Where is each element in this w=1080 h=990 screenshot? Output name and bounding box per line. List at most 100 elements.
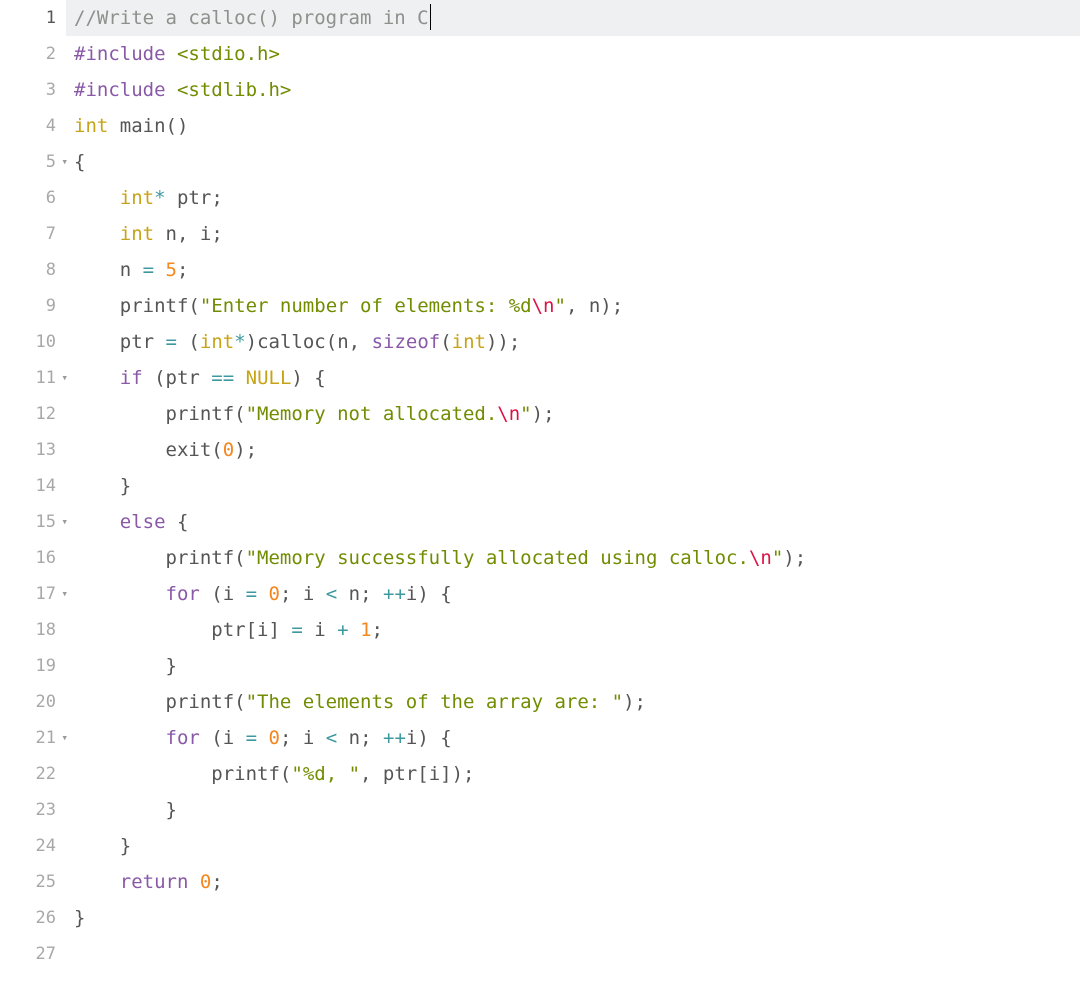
code-token: else <box>120 511 166 533</box>
code-token: 0 <box>223 439 234 461</box>
code-token: ); <box>623 691 646 713</box>
line-number[interactable]: 9 <box>0 288 66 324</box>
code-line[interactable]: 19 } <box>0 648 1080 684</box>
code-content[interactable]: } <box>66 828 1080 864</box>
code-content[interactable]: { <box>66 144 1080 180</box>
code-line[interactable]: 12 printf("Memory not allocated.\n"); <box>0 396 1080 432</box>
line-number[interactable]: 17▾ <box>0 576 66 612</box>
code-line[interactable]: 15▾ else { <box>0 504 1080 540</box>
code-line[interactable]: 26} <box>0 900 1080 936</box>
code-line[interactable]: 4int main() <box>0 108 1080 144</box>
code-line[interactable]: 21▾ for (i = 0; i < n; ++i) { <box>0 720 1080 756</box>
code-line[interactable]: 2#include <stdio.h> <box>0 36 1080 72</box>
code-token: 5 <box>166 259 177 281</box>
code-line[interactable]: 6 int* ptr; <box>0 180 1080 216</box>
fold-toggle-icon[interactable]: ▾ <box>61 360 68 396</box>
code-line[interactable]: 24 } <box>0 828 1080 864</box>
line-number[interactable]: 16 <box>0 540 66 576</box>
line-number[interactable]: 20 <box>0 684 66 720</box>
code-line[interactable]: 10 ptr = (int*)calloc(n, sizeof(int)); <box>0 324 1080 360</box>
line-number[interactable]: 19 <box>0 648 66 684</box>
line-number[interactable]: 7 <box>0 216 66 252</box>
code-content[interactable]: printf("%d, ", ptr[i]); <box>66 756 1080 792</box>
code-line[interactable]: 9 printf("Enter number of elements: %d\n… <box>0 288 1080 324</box>
code-content[interactable]: ptr[i] = i + 1; <box>66 612 1080 648</box>
code-content[interactable]: for (i = 0; i < n; ++i) { <box>66 720 1080 756</box>
code-line[interactable]: 18 ptr[i] = i + 1; <box>0 612 1080 648</box>
code-content[interactable]: ptr = (int*)calloc(n, sizeof(int)); <box>66 324 1080 360</box>
line-number[interactable]: 21▾ <box>0 720 66 756</box>
code-content[interactable]: //Write a calloc() program in C <box>66 0 1080 36</box>
code-content[interactable]: n = 5; <box>66 252 1080 288</box>
line-number[interactable]: 5▾ <box>0 144 66 180</box>
line-number[interactable]: 12 <box>0 396 66 432</box>
code-content[interactable]: return 0; <box>66 864 1080 900</box>
code-token: " <box>520 403 531 425</box>
code-content[interactable]: } <box>66 792 1080 828</box>
code-line[interactable]: 7 int n, i; <box>0 216 1080 252</box>
line-number[interactable]: 11▾ <box>0 360 66 396</box>
code-content[interactable]: } <box>66 900 1080 936</box>
code-content[interactable]: for (i = 0; i < n; ++i) { <box>66 576 1080 612</box>
line-number[interactable]: 27 <box>0 936 66 972</box>
code-line[interactable]: 8 n = 5; <box>0 252 1080 288</box>
code-line[interactable]: 16 printf("Memory successfully allocated… <box>0 540 1080 576</box>
code-line[interactable]: 25 return 0; <box>0 864 1080 900</box>
code-line[interactable]: 20 printf("The elements of the array are… <box>0 684 1080 720</box>
fold-toggle-icon[interactable]: ▾ <box>61 576 68 612</box>
code-token: int <box>120 187 154 209</box>
fold-toggle-icon[interactable]: ▾ <box>61 144 68 180</box>
code-line[interactable]: 11▾ if (ptr == NULL) { <box>0 360 1080 396</box>
line-number[interactable]: 18 <box>0 612 66 648</box>
code-content[interactable]: } <box>66 648 1080 684</box>
code-line[interactable]: 14 } <box>0 468 1080 504</box>
line-number[interactable]: 23 <box>0 792 66 828</box>
code-content[interactable]: #include <stdlib.h> <box>66 72 1080 108</box>
code-content[interactable]: exit(0); <box>66 432 1080 468</box>
code-content[interactable]: int n, i; <box>66 216 1080 252</box>
code-line[interactable]: 23 } <box>0 792 1080 828</box>
code-content[interactable]: int main() <box>66 108 1080 144</box>
code-token: + <box>337 619 348 641</box>
code-content[interactable]: else { <box>66 504 1080 540</box>
code-line[interactable]: 22 printf("%d, ", ptr[i]); <box>0 756 1080 792</box>
line-number[interactable]: 22 <box>0 756 66 792</box>
line-number[interactable]: 1 <box>0 0 66 36</box>
code-content[interactable]: } <box>66 468 1080 504</box>
code-editor[interactable]: 1//Write a calloc() program in C2#includ… <box>0 0 1080 990</box>
line-number[interactable]: 15▾ <box>0 504 66 540</box>
line-number[interactable]: 8 <box>0 252 66 288</box>
code-line[interactable]: 1//Write a calloc() program in C <box>0 0 1080 36</box>
code-content[interactable]: #include <stdio.h> <box>66 36 1080 72</box>
line-number[interactable]: 14 <box>0 468 66 504</box>
code-line[interactable]: 13 exit(0); <box>0 432 1080 468</box>
code-line[interactable]: 3#include <stdlib.h> <box>0 72 1080 108</box>
line-number[interactable]: 2 <box>0 36 66 72</box>
fold-toggle-icon[interactable]: ▾ <box>61 504 68 540</box>
code-token: ; <box>280 583 291 605</box>
line-number[interactable]: 10 <box>0 324 66 360</box>
code-content[interactable]: printf("Memory successfully allocated us… <box>66 540 1080 576</box>
line-number[interactable]: 25 <box>0 864 66 900</box>
line-number[interactable]: 24 <box>0 828 66 864</box>
code-token: int <box>120 223 154 245</box>
line-number[interactable]: 3 <box>0 72 66 108</box>
code-token: 1 <box>360 619 371 641</box>
fold-toggle-icon[interactable]: ▾ <box>61 720 68 756</box>
code-content[interactable]: int* ptr; <box>66 180 1080 216</box>
code-token: printf <box>166 691 235 713</box>
line-number[interactable]: 26 <box>0 900 66 936</box>
line-number[interactable]: 4 <box>0 108 66 144</box>
code-token: ; <box>211 223 222 245</box>
code-line[interactable]: 27 <box>0 936 1080 972</box>
code-token <box>74 403 166 425</box>
code-content[interactable]: printf("The elements of the array are: "… <box>66 684 1080 720</box>
line-number[interactable]: 13 <box>0 432 66 468</box>
code-token: ( <box>234 691 245 713</box>
code-content[interactable]: if (ptr == NULL) { <box>66 360 1080 396</box>
code-line[interactable]: 5▾{ <box>0 144 1080 180</box>
code-content[interactable]: printf("Enter number of elements: %d\n",… <box>66 288 1080 324</box>
code-line[interactable]: 17▾ for (i = 0; i < n; ++i) { <box>0 576 1080 612</box>
line-number[interactable]: 6 <box>0 180 66 216</box>
code-content[interactable]: printf("Memory not allocated.\n"); <box>66 396 1080 432</box>
